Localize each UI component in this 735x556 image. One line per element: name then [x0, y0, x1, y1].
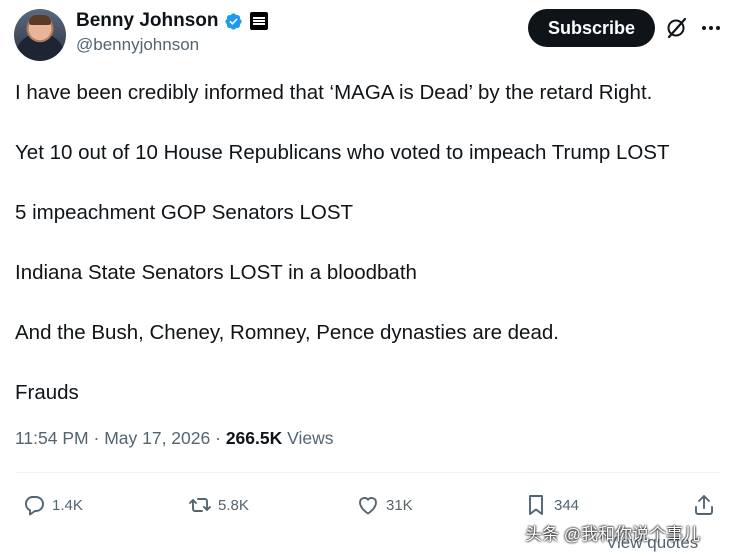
like-count: 31K [386, 496, 413, 514]
bookmark-icon [529, 495, 543, 515]
tweet-line-3: 5 impeachment GOP Senators LOST [15, 201, 354, 224]
tweet-line-5: And the Bush, Cheney, Romney, Pence dyna… [15, 321, 559, 344]
repost-count: 5.8K [218, 496, 249, 514]
repost-icon [189, 498, 211, 512]
tweet-line-2: Yet 10 out of 10 House Republicans who v… [15, 141, 670, 164]
author-name-row: Benny Johnson [76, 9, 268, 33]
subscribe-button[interactable]: Subscribe [528, 9, 655, 47]
reply-icon [24, 496, 44, 516]
affiliation-badge-icon[interactable] [249, 12, 268, 30]
repost-button[interactable]: 5.8K [188, 490, 249, 520]
tweet-meta: 11:54 PM · May 17, 2026 · 266.5K Views [15, 428, 334, 449]
heart-icon [359, 497, 377, 515]
verified-badge-icon[interactable] [224, 12, 243, 31]
meta-separator: · [215, 428, 221, 448]
display-name[interactable]: Benny Johnson [76, 10, 219, 32]
more-options-icon[interactable] [699, 16, 723, 40]
like-button[interactable]: 31K [356, 490, 413, 520]
avatar[interactable] [14, 9, 66, 61]
views-count: 266.5K [225, 428, 283, 448]
grok-icon[interactable] [665, 16, 689, 40]
tweet-header: Benny Johnson @bennyjohnson Subscribe [0, 0, 735, 70]
tweet-line-1: I have been credibly informed that ‘MAGA… [15, 81, 653, 104]
share-button[interactable] [692, 490, 716, 520]
bookmark-count: 344 [554, 496, 580, 514]
views-label: Views [287, 428, 334, 448]
tweet-time[interactable]: 11:54 PM [15, 428, 89, 448]
reply-count: 1.4K [52, 496, 83, 514]
bookmark-button[interactable]: 344 [524, 490, 579, 520]
reply-button[interactable]: 1.4K [22, 490, 83, 520]
tweet-date[interactable]: May 17, 2026 [104, 428, 210, 448]
author-handle[interactable]: @bennyjohnson [76, 35, 199, 55]
tweet-line-6: Frauds [15, 381, 79, 404]
meta-separator: · [93, 428, 100, 448]
watermark: 头条 @我和你说个事儿 [525, 525, 700, 544]
divider [15, 472, 720, 473]
tweet-line-4: Indiana State Senators LOST in a bloodba… [15, 261, 417, 284]
share-icon [695, 495, 713, 515]
